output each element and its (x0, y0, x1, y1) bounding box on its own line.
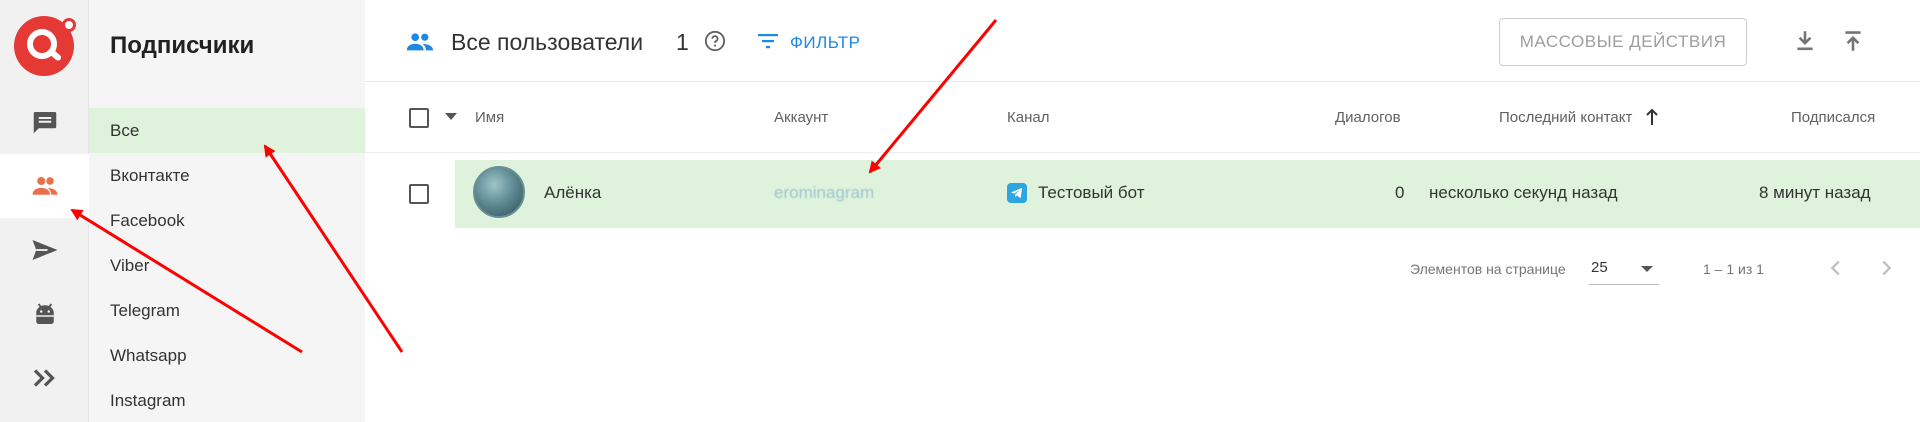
subnav-item-label: Whatsapp (110, 345, 187, 365)
page-size-value: 25 (1591, 259, 1608, 276)
chevron-down-icon (1641, 266, 1653, 272)
download-icon[interactable] (1792, 28, 1818, 54)
paginator: Элементов на странице 25 1 – 1 из 1 (365, 233, 1920, 303)
row-checkbox[interactable] (409, 184, 429, 204)
rail-item-broadcast[interactable] (0, 218, 89, 282)
table-header: Имя Аккаунт Канал Диалогов Последний кон… (365, 83, 1920, 153)
column-header-name[interactable]: Имя (475, 109, 504, 126)
select-menu-caret-icon[interactable] (445, 113, 457, 120)
subnav-item-vkontakte[interactable]: Вконтакте (89, 153, 365, 198)
select-all-checkbox[interactable] (409, 108, 429, 128)
users-icon (406, 33, 434, 51)
row-highlight (455, 160, 1920, 228)
rail-item-more[interactable] (0, 346, 89, 410)
page-title: Все пользователи (451, 29, 644, 55)
page-size-select[interactable]: 25 (1589, 253, 1659, 285)
main-content: Все пользователи 1 ФИЛЬТР МАССОВЫЕ ДЕЙСТ… (365, 0, 1920, 422)
subnav-item-instagram[interactable]: Instagram (89, 378, 365, 422)
section-title: Подписчики (110, 32, 255, 59)
filter-icon[interactable] (757, 32, 779, 50)
upload-icon[interactable] (1840, 28, 1866, 54)
column-header-subscribed[interactable]: Подписался (1791, 109, 1875, 126)
users-icon (32, 177, 57, 195)
help-icon[interactable] (704, 30, 726, 52)
column-header-dialogs[interactable]: Диалогов (1335, 109, 1401, 126)
rail-item-subscribers[interactable] (0, 154, 89, 218)
subnav-item-label: Telegram (110, 300, 180, 320)
filter-button[interactable]: ФИЛЬТР (790, 33, 860, 53)
subnav-item-label: Facebook (110, 210, 185, 230)
column-header-channel[interactable]: Канал (1007, 109, 1049, 126)
page-range-label: 1 – 1 из 1 (1703, 261, 1764, 277)
rail-item-bots[interactable] (0, 282, 89, 346)
row-channel[interactable]: Тестовый бот (1038, 183, 1145, 203)
subnav-item-label: Viber (110, 255, 150, 275)
android-icon (35, 303, 54, 324)
subscribers-nav: Подписчики Все Вконтакте Facebook Viber … (89, 0, 365, 422)
previous-page-icon[interactable] (1825, 257, 1847, 279)
rail-item-dialogs[interactable] (0, 90, 89, 154)
table-row[interactable]: Алёнка erominagram Тестовый бот 0 нескол… (365, 153, 1920, 233)
users-count: 1 (676, 29, 689, 55)
avatar (473, 166, 525, 218)
telegram-icon (1007, 183, 1027, 203)
subnav-item-facebook[interactable]: Facebook (89, 198, 365, 243)
chat-icon (33, 112, 56, 134)
column-header-last-contact[interactable]: Последний контакт (1499, 109, 1632, 126)
subnav-item-label: Instagram (110, 390, 186, 410)
subnav-item-whatsapp[interactable]: Whatsapp (89, 333, 365, 378)
send-icon (32, 240, 57, 260)
app-logo[interactable] (14, 16, 76, 76)
row-last-contact: несколько секунд назад (1429, 183, 1618, 202)
subnav-item-label: Все (110, 120, 140, 140)
next-page-icon[interactable] (1875, 257, 1897, 279)
icon-rail (0, 0, 89, 422)
row-name[interactable]: Алёнка (544, 183, 601, 203)
subnav-item-telegram[interactable]: Telegram (89, 288, 365, 333)
items-per-page-label: Элементов на странице (1410, 261, 1566, 277)
double-chevron-icon (33, 369, 55, 387)
row-account[interactable]: erominagram (774, 183, 874, 203)
subnav-item-all[interactable]: Все (89, 108, 365, 153)
toolbar: Все пользователи 1 ФИЛЬТР МАССОВЫЕ ДЕЙСТ… (365, 0, 1920, 82)
subnav-item-label: Вконтакте (110, 165, 190, 185)
sort-ascending-icon[interactable] (1645, 107, 1659, 127)
row-dialogs: 0 (1395, 183, 1405, 202)
subnav-item-viber[interactable]: Viber (89, 243, 365, 288)
row-subscribed: 8 минут назад (1759, 183, 1871, 202)
column-header-account[interactable]: Аккаунт (774, 109, 828, 126)
mass-actions-button[interactable]: МАССОВЫЕ ДЕЙСТВИЯ (1499, 18, 1747, 66)
